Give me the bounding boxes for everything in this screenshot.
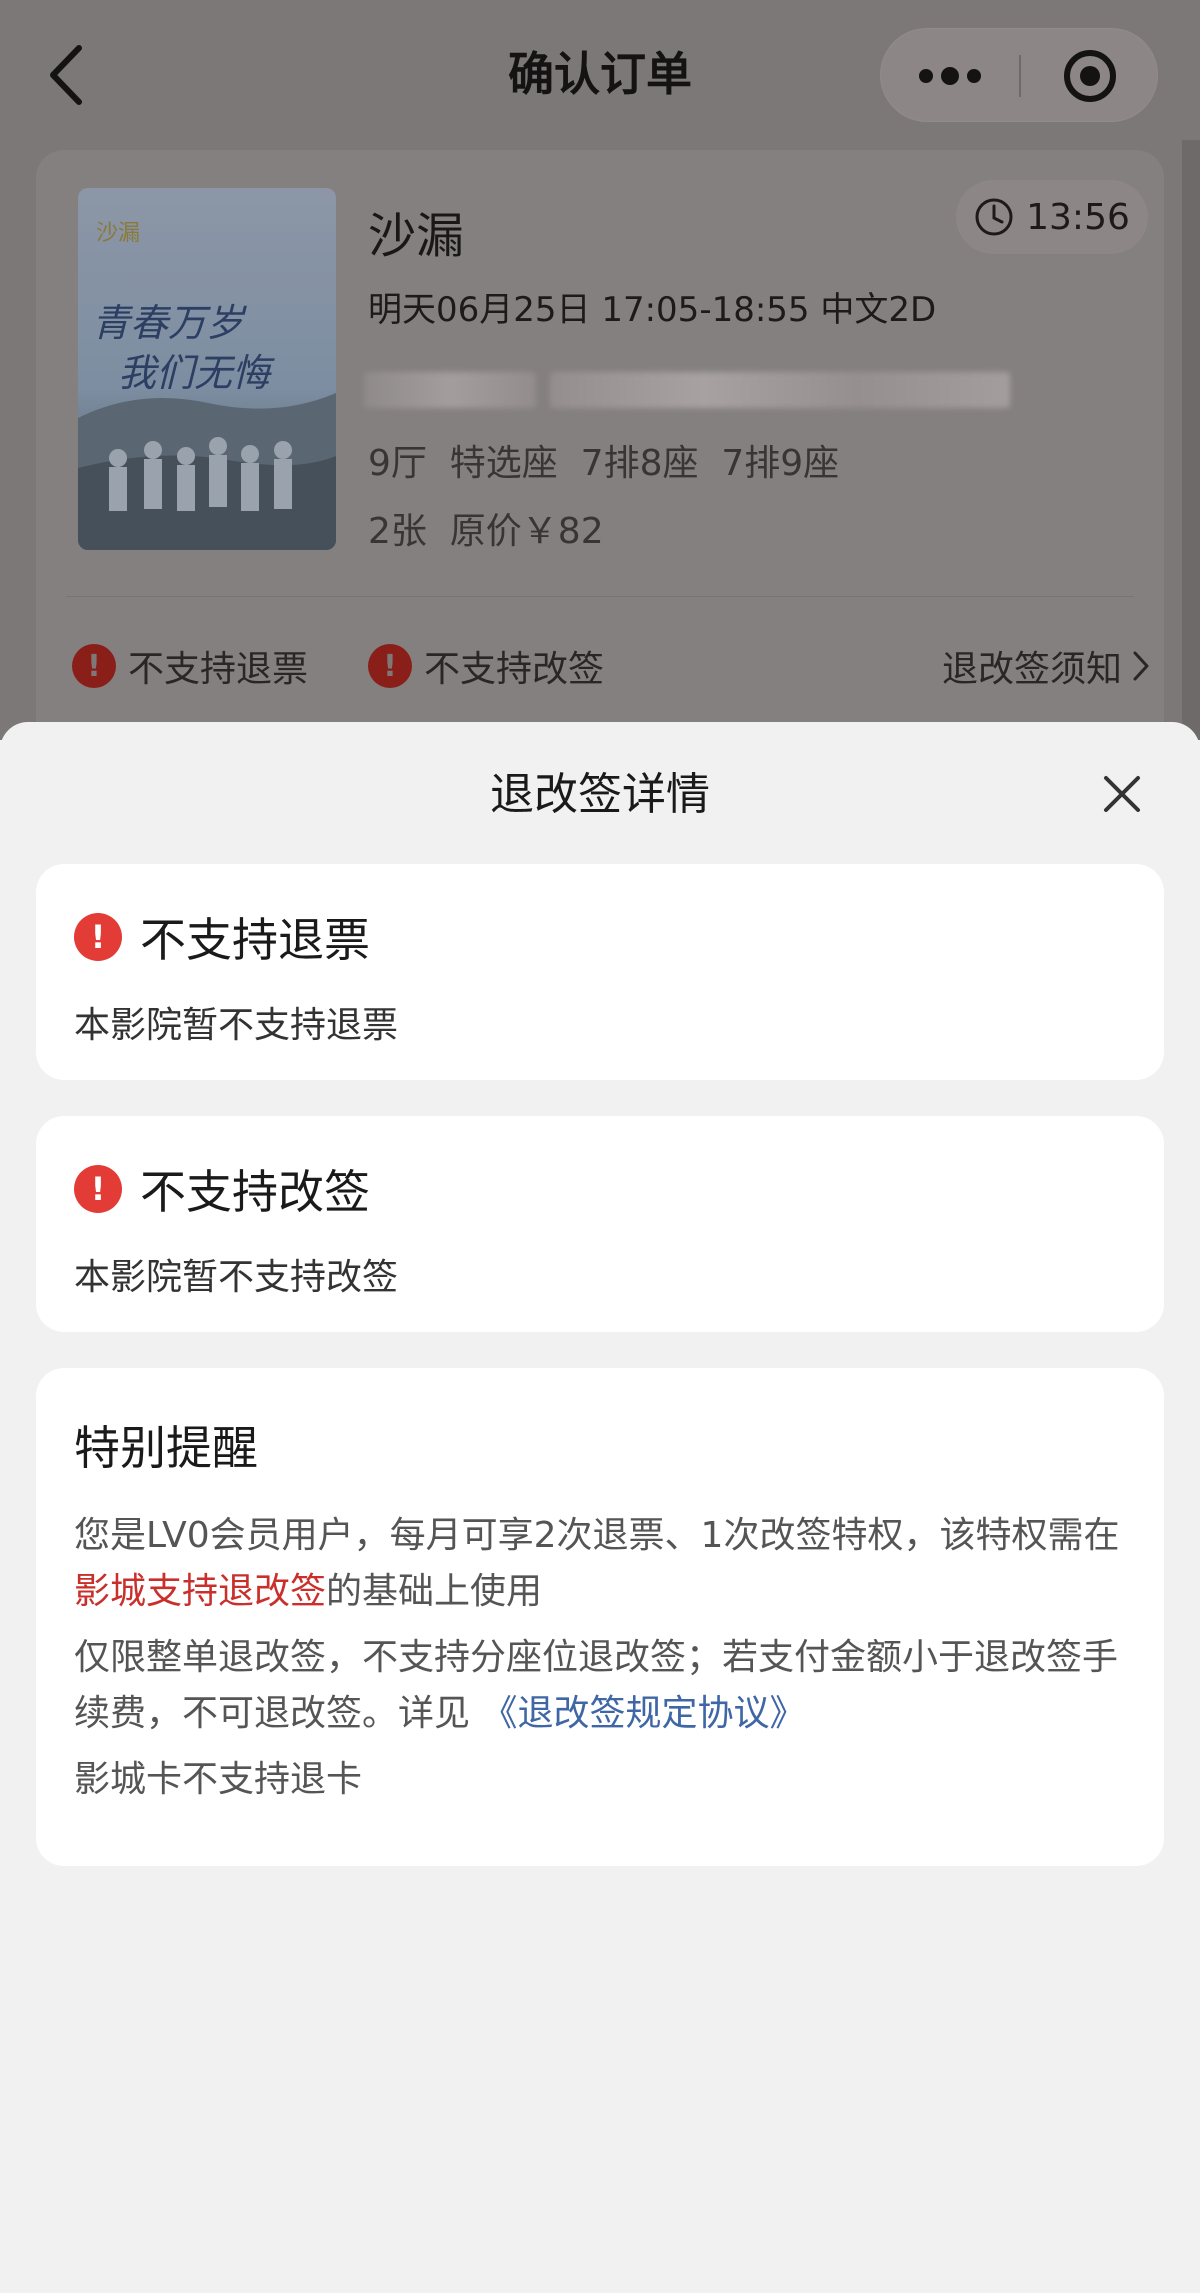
policy-notice-label: 退改签须知 bbox=[941, 649, 1122, 690]
warning-icon: ! bbox=[74, 1165, 122, 1213]
refund-change-details-sheet: 退改签详情 ! 不支持退票 本影院暂不支持退票 ! 不支持改签 本影院暂不支持改… bbox=[0, 722, 1200, 2293]
change-policy-desc: 本影院暂不支持改签 bbox=[74, 1257, 399, 1298]
no-refund-label: 不支持退票 bbox=[128, 649, 309, 690]
price-info: 2张 原价￥82 bbox=[368, 511, 604, 552]
more-button[interactable] bbox=[881, 29, 1019, 123]
refund-policy-desc: 本影院暂不支持退票 bbox=[74, 1005, 399, 1046]
reminder-card-text: 影城卡不支持退卡 bbox=[74, 1759, 363, 1800]
more-dots-icon bbox=[919, 67, 981, 85]
warning-icon: ! bbox=[74, 913, 122, 961]
chevron-right-icon bbox=[1133, 651, 1149, 681]
movie-title: 沙漏 bbox=[368, 208, 465, 264]
seat-info: 9厅 特选座 7排8座 7排9座 bbox=[368, 443, 840, 484]
reminder-title: 特别提醒 bbox=[74, 1421, 258, 1475]
close-icon bbox=[1104, 776, 1140, 812]
blurred-cinema-address bbox=[550, 372, 1010, 408]
countdown-text: 13:56 bbox=[1026, 196, 1130, 238]
policy-notice-link[interactable]: 退改签须知 bbox=[942, 640, 1152, 692]
reminder-rules-text: 仅限整单退改签，不支持分座位退改签；若支付金额小于退改签手续费，不可退改签。详见… bbox=[74, 1630, 1134, 1742]
close-button[interactable] bbox=[1094, 766, 1150, 822]
order-card: 沙漏 青春万岁 我们无悔 沙漏 13:56 明天06月25日 17:05-18:… bbox=[36, 150, 1164, 750]
divider bbox=[66, 596, 1134, 597]
reminder-p1-tail: 的基础上使用 bbox=[326, 1571, 543, 1612]
mini-program-capsule bbox=[880, 28, 1158, 122]
policy-row: ! 不支持退票 ! 不支持改签 退改签须知 bbox=[72, 640, 1152, 696]
target-icon bbox=[1064, 50, 1116, 102]
warning-icon: ! bbox=[368, 644, 412, 688]
special-reminder-card: 特别提醒 您是LV0会员用户，每月可享2次退票、1次改签特权，该特权需在影城支持… bbox=[36, 1368, 1164, 1866]
change-policy-heading: ! 不支持改签 bbox=[74, 1156, 370, 1222]
nav-bar: 确认订单 bbox=[0, 0, 1200, 150]
showtime-info: 明天06月25日 17:05-18:55 中文2D bbox=[368, 290, 937, 330]
poster-text-2: 我们无悔 bbox=[118, 351, 275, 395]
close-mini-program-button[interactable] bbox=[1021, 29, 1159, 123]
poster-text-1: 青春万岁 bbox=[92, 301, 247, 345]
refund-policy-title: 不支持退票 bbox=[140, 913, 370, 967]
refund-policy-card: ! 不支持退票 本影院暂不支持退票 bbox=[36, 864, 1164, 1080]
reminder-p1-text: 您是LV0会员用户，每月可享2次退票、1次改签特权，该特权需在 bbox=[74, 1515, 1120, 1556]
reminder-membership-text: 您是LV0会员用户，每月可享2次退票、1次改签特权，该特权需在影城支持退改签的基… bbox=[74, 1508, 1134, 1620]
no-change-label: 不支持改签 bbox=[424, 649, 605, 690]
reminder-p1-highlight: 影城支持退改签 bbox=[74, 1571, 327, 1612]
clock-icon bbox=[975, 198, 1013, 236]
no-change-tag: ! 不支持改签 bbox=[368, 640, 604, 692]
countdown-timer: 13:56 bbox=[956, 180, 1148, 254]
warning-icon: ! bbox=[72, 644, 116, 688]
refund-policy-heading: ! 不支持退票 bbox=[74, 904, 370, 970]
blurred-cinema-name bbox=[364, 372, 536, 408]
change-policy-title: 不支持改签 bbox=[140, 1165, 370, 1219]
poster-logo: 沙漏 bbox=[96, 221, 140, 246]
no-refund-tag: ! 不支持退票 bbox=[72, 640, 308, 692]
scrollbar-edge bbox=[1182, 140, 1200, 740]
movie-poster: 沙漏 青春万岁 我们无悔 bbox=[78, 188, 336, 550]
change-policy-card: ! 不支持改签 本影院暂不支持改签 bbox=[36, 1116, 1164, 1332]
agreement-link[interactable]: 《退改签规定协议》 bbox=[481, 1693, 805, 1734]
sheet-title: 退改签详情 bbox=[490, 769, 710, 820]
